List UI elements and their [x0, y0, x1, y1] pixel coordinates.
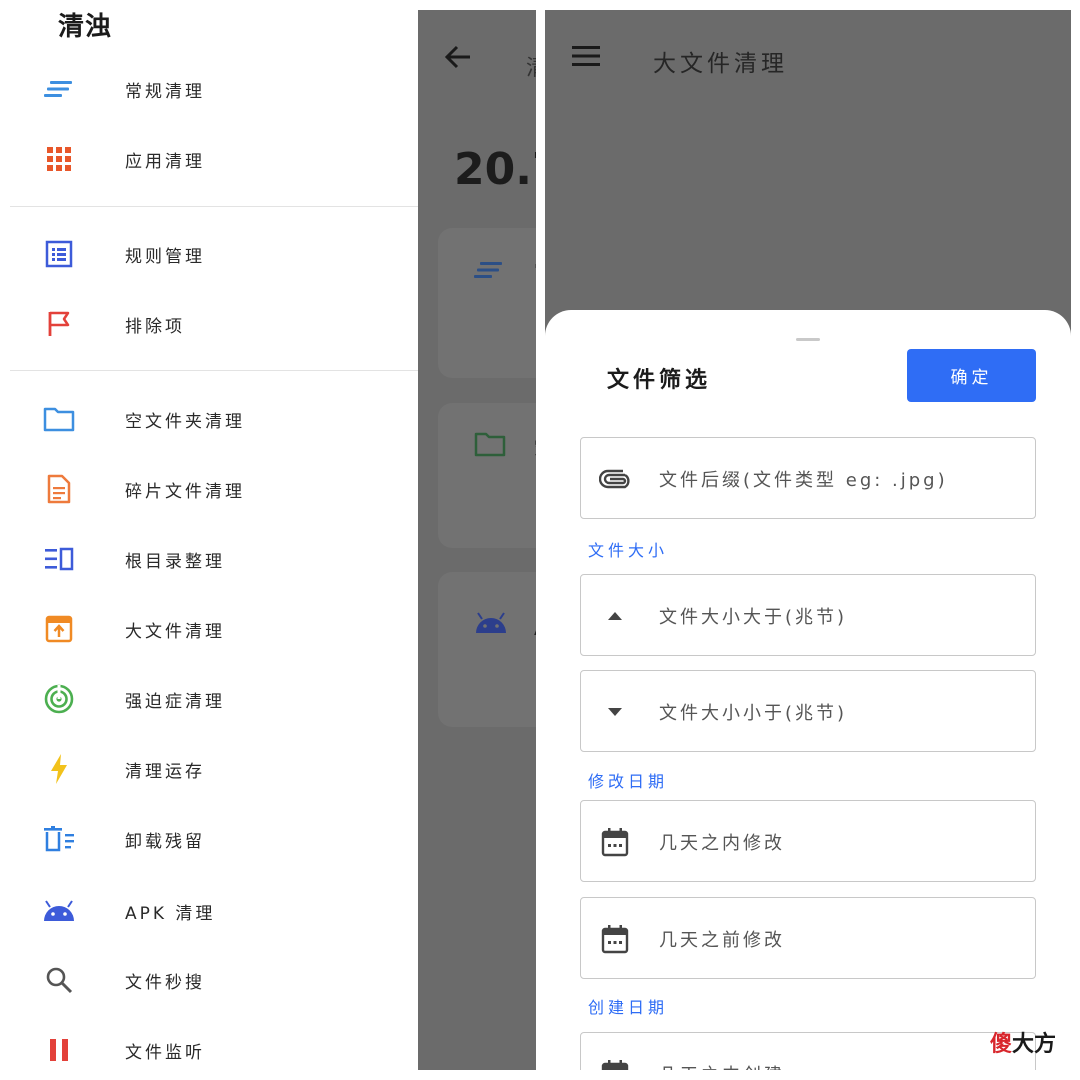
card-label: 空	[534, 433, 536, 460]
caret-down-icon	[599, 697, 631, 727]
summary-card-apk[interactable]: AP	[438, 572, 536, 727]
watermark: 傻大方	[990, 1026, 1056, 1058]
drawer-divider	[10, 206, 418, 207]
drawer-title: 清浊	[58, 12, 113, 42]
folder-icon	[42, 402, 76, 436]
calendar-icon	[599, 924, 631, 954]
android-icon	[474, 612, 508, 638]
drawer-divider	[10, 370, 418, 371]
trash-list-icon	[42, 822, 76, 856]
filter-bottom-sheet: 文件筛选 确定 文件后缀(文件类型 eg: .jpg) 文件大小 文件大小大于(…	[545, 310, 1071, 1070]
section-modified-date: 修改日期	[588, 772, 669, 791]
watermark-part2: 大方	[1012, 1032, 1057, 1057]
radar-icon	[42, 682, 76, 716]
flag-icon	[42, 307, 76, 341]
flash-icon	[42, 752, 76, 786]
drawer-item-label: APK 清理	[125, 903, 216, 924]
section-created-date: 创建日期	[588, 998, 669, 1017]
search-icon	[42, 963, 76, 997]
sheet-title: 文件筛选	[607, 368, 712, 393]
drawer-item-label: 碎片文件清理	[125, 481, 245, 502]
drawer-item-label: 大文件清理	[125, 621, 225, 642]
screen-title: 清	[526, 50, 536, 82]
drawer-item-ocd-clean[interactable]: 强迫症清理	[0, 669, 418, 729]
drawer-item-fragment-clean[interactable]: 碎片文件清理	[0, 459, 418, 519]
size-less-placeholder: 文件大小小于(兆节)	[659, 703, 848, 724]
drawer-item-label: 文件秒搜	[125, 972, 205, 993]
modified-within-placeholder: 几天之内修改	[659, 833, 785, 854]
large-file-screen: 大文件清理 文件筛选 确定 文件后缀(文件类型 eg: .jpg) 文件大小 文…	[545, 10, 1071, 1070]
drawer-item-label: 文件监听	[125, 1042, 205, 1063]
drawer-item-normal-clean[interactable]: 常规清理	[0, 59, 418, 119]
drawer-item-file-search[interactable]: 文件秒搜	[0, 950, 418, 1010]
calendar-icon	[599, 1059, 631, 1070]
drawer-item-root-organize[interactable]: 根目录整理	[0, 529, 418, 589]
modified-before-input[interactable]: 几天之前修改	[580, 897, 1036, 979]
drawer-item-label: 卸载残留	[125, 831, 205, 852]
total-size-value: 20.7	[454, 144, 536, 195]
created-within-placeholder: 几天之内创建	[659, 1061, 785, 1070]
drawer-item-exclusions[interactable]: 排除项	[0, 294, 418, 354]
drawer-item-empty-folder-clean[interactable]: 空文件夹清理	[0, 389, 418, 449]
background-screen-main: 清 20.7 常 20 空 AP	[418, 10, 536, 1070]
section-file-size: 文件大小	[588, 541, 669, 560]
summary-card-empty-folder[interactable]: 空	[438, 403, 536, 548]
list-icon	[42, 237, 76, 271]
paperclip-icon	[599, 464, 631, 494]
drawer-item-label: 规则管理	[125, 246, 205, 267]
drawer-item-uninstall-residue[interactable]: 卸载残留	[0, 809, 418, 869]
drawer-item-file-monitor[interactable]: 文件监听	[0, 1020, 418, 1080]
card-label: 常	[534, 256, 536, 283]
navigation-drawer: 清浊 常规清理 应用清理 规则管理 排除项 空文件夹清理 碎片文件清理 根目录整…	[0, 0, 418, 1080]
size-greater-placeholder: 文件大小大于(兆节)	[659, 607, 848, 628]
drawer-item-label: 清理运存	[125, 761, 205, 782]
pause-icon	[42, 1033, 76, 1067]
drawer-item-clean-memory[interactable]: 清理运存	[0, 739, 418, 799]
list-bracket-icon	[42, 542, 76, 576]
summary-card-normal[interactable]: 常 20	[438, 228, 536, 378]
drawer-item-app-clean[interactable]: 应用清理	[0, 129, 418, 189]
drawer-item-label: 根目录整理	[125, 551, 225, 572]
drawer-item-rule-manage[interactable]: 规则管理	[0, 224, 418, 284]
back-arrow-icon[interactable]	[444, 44, 472, 74]
modified-within-input[interactable]: 几天之内修改	[580, 800, 1036, 882]
file-suffix-placeholder: 文件后缀(文件类型 eg: .jpg)	[659, 470, 948, 491]
android-icon	[42, 894, 76, 928]
confirm-button[interactable]: 确定	[907, 349, 1036, 402]
sheet-drag-handle[interactable]	[796, 338, 820, 341]
grid-icon	[42, 142, 76, 176]
document-icon	[42, 472, 76, 506]
drawer-item-apk-clean[interactable]: APK 清理	[0, 881, 418, 941]
calendar-icon	[599, 827, 631, 857]
created-within-input[interactable]: 几天之内创建	[580, 1032, 1036, 1070]
watermark-part1: 傻	[990, 1032, 1013, 1057]
menu-icon[interactable]	[571, 44, 601, 72]
folder-icon	[474, 431, 506, 461]
size-greater-input[interactable]: 文件大小大于(兆节)	[580, 574, 1036, 656]
upload-box-icon	[42, 612, 76, 646]
drawer-item-large-file-clean[interactable]: 大文件清理	[0, 599, 418, 659]
drawer-item-label: 常规清理	[125, 81, 205, 102]
lines-icon	[42, 72, 76, 106]
drawer-item-label: 强迫症清理	[125, 691, 225, 712]
drawer-item-label: 排除项	[125, 316, 185, 337]
size-less-input[interactable]: 文件大小小于(兆节)	[580, 670, 1036, 752]
modified-before-placeholder: 几天之前修改	[659, 930, 785, 951]
drawer-item-label: 空文件夹清理	[125, 411, 245, 432]
drawer-item-label: 应用清理	[125, 151, 205, 172]
lines-icon	[474, 260, 504, 284]
page-title: 大文件清理	[653, 51, 788, 77]
card-label: AP	[534, 618, 536, 640]
caret-up-icon	[599, 601, 631, 631]
file-suffix-input[interactable]: 文件后缀(文件类型 eg: .jpg)	[580, 437, 1036, 519]
